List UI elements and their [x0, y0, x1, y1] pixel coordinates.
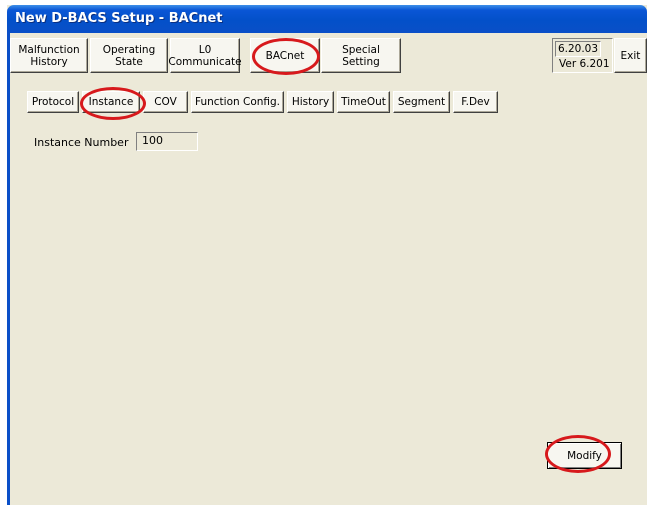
tab-label-line1: Special [342, 43, 380, 56]
tab-label-line2: History [30, 55, 68, 68]
instance-number-label: Instance Number [34, 136, 129, 149]
tab-special-setting[interactable]: Special Setting [321, 38, 401, 73]
exit-button[interactable]: Exit [614, 38, 647, 73]
subtab-label: F.Dev [461, 96, 490, 108]
subtab-timeout[interactable]: TimeOut [337, 91, 390, 113]
subtab-label: COV [154, 96, 177, 108]
version-label: Ver 6.201 [559, 58, 610, 70]
app-window: New D-BACS Setup - BACnet [7, 5, 647, 505]
subtab-label: TimeOut [341, 96, 386, 108]
subtab-segment[interactable]: Segment [393, 91, 450, 113]
title-bar[interactable]: New D-BACS Setup - BACnet [7, 5, 647, 33]
tab-label-line1: Operating [102, 43, 156, 56]
tab-label-line2: Communicate [168, 55, 242, 68]
version-value: 6.20.03 [555, 41, 601, 57]
subtab-cov[interactable]: COV [143, 91, 188, 113]
subtab-label: Instance [88, 96, 134, 108]
subtab-instance[interactable]: Instance [82, 91, 140, 113]
instance-number-field[interactable]: 100 [136, 132, 198, 151]
tab-label-line1: BACnet [265, 49, 305, 62]
subtab-function-config[interactable]: Function Config. [191, 91, 284, 113]
tab-operating-state[interactable]: Operating State [90, 38, 168, 73]
tab-label-line1: Malfunction [18, 43, 80, 56]
window-title: New D-BACS Setup - BACnet [15, 11, 223, 26]
window-left-border [7, 33, 10, 505]
subtab-protocol[interactable]: Protocol [27, 91, 79, 113]
tab-label-line1: L0 [198, 43, 212, 56]
subtab-label: Segment [397, 96, 446, 108]
subtab-label: History [291, 96, 330, 108]
modify-button-label: Modify [567, 449, 602, 462]
version-display: 6.20.03 Ver 6.201 [552, 38, 613, 73]
exit-button-label: Exit [620, 49, 641, 62]
modify-button[interactable]: Modify [547, 442, 622, 469]
tab-label-line2: State [115, 55, 143, 68]
subtab-history[interactable]: History [287, 91, 334, 113]
subtab-label: Function Config. [194, 96, 281, 108]
subtab-fdev[interactable]: F.Dev [453, 91, 498, 113]
subtab-label: Protocol [31, 96, 75, 108]
tab-bacnet[interactable]: BACnet [250, 38, 320, 73]
tab-label-line2: Setting [342, 55, 380, 68]
tab-malfunction-history[interactable]: Malfunction History [10, 38, 88, 73]
tab-l0-communicate[interactable]: L0 Communicate [168, 38, 242, 73]
